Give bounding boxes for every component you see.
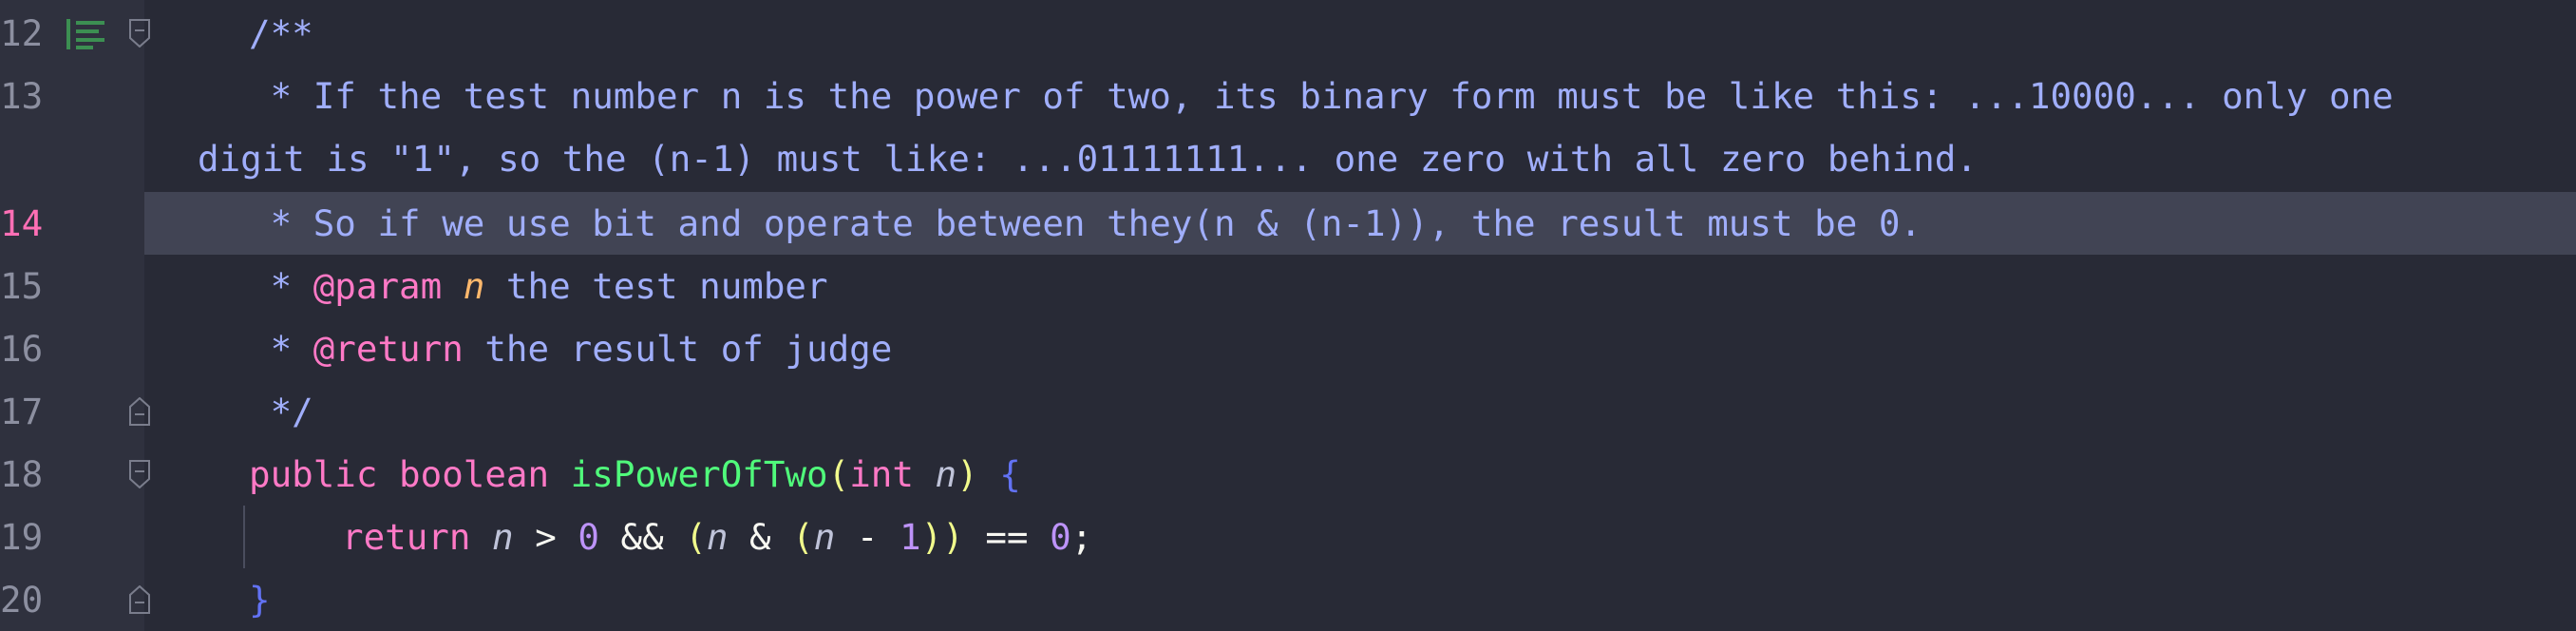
code-text: public boolean isPowerOfTwo(int n) { (249, 443, 1021, 506)
keyword: boolean (399, 453, 550, 495)
code-text: */ (249, 391, 313, 432)
line-number: 18 (0, 453, 44, 495)
javadoc-tag: @return (313, 328, 464, 370)
bookmark-icon[interactable] (66, 19, 106, 49)
code-text: * @param n the test number (249, 255, 828, 317)
code-line-18[interactable]: 18 public boolean isPowerOfTwo(int n) { (0, 443, 2576, 506)
number: 1 (900, 516, 921, 558)
code-text: * If the test number n is the power of t… (249, 75, 2394, 117)
line-number: 17 (0, 391, 44, 432)
variable: n (813, 516, 836, 558)
brace: } (249, 579, 271, 621)
paren: ( (685, 516, 707, 558)
indent-guide (243, 506, 245, 568)
code-line-15[interactable]: 15 * @param n the test number (0, 255, 2576, 317)
method-name: isPowerOfTwo (570, 453, 828, 495)
keyword: public (249, 453, 378, 495)
operator: && (620, 516, 664, 558)
operator: == (985, 516, 1029, 558)
operator: - (856, 516, 879, 558)
line-number: 13 (0, 75, 44, 117)
code-line-20[interactable]: 20 } (0, 568, 2576, 631)
code-line-16[interactable]: 16 * @return the result of judge (0, 317, 2576, 380)
paren: ) (957, 453, 978, 495)
code-text: } (249, 568, 271, 631)
number: 0 (1050, 516, 1071, 558)
code-text: * So if we use bit and operate between t… (249, 202, 1922, 244)
code-text: /** (249, 12, 313, 54)
fold-end-icon[interactable] (129, 585, 150, 614)
operator: > (535, 516, 557, 558)
code-line-13[interactable]: 13 * If the test number n is the power o… (0, 65, 2576, 190)
line-number: 16 (0, 328, 44, 370)
variable: n (492, 516, 514, 558)
semicolon: ; (1070, 516, 1093, 558)
code-text-wrapped: digit is "1", so the (n-1) must like: ..… (198, 138, 1978, 180)
line-number: 19 (0, 516, 44, 558)
code-line-17[interactable]: 17 */ (0, 380, 2576, 443)
code-line-12[interactable]: 12 /** (0, 2, 2576, 65)
line-number: 20 (0, 579, 44, 621)
number: 0 (578, 516, 599, 558)
javadoc-tag: @param (313, 265, 443, 307)
gutter-current-line: 14 (0, 192, 144, 255)
javadoc-param: n (463, 265, 485, 307)
operator: & (748, 516, 771, 558)
code-line-14-current[interactable]: 14 * So if we use bit and operate betwee… (0, 192, 2576, 255)
line-number: 12 (0, 12, 44, 54)
fold-end-icon[interactable] (129, 397, 150, 426)
keyword: return (342, 516, 471, 558)
fold-expand-icon[interactable] (129, 460, 150, 488)
comment-text: the test number (484, 265, 828, 307)
code-text: return n > 0 && (n & (n - 1)) == 0; (342, 506, 1092, 568)
code-text: * @return the result of judge (249, 317, 893, 380)
variable: n (706, 516, 729, 558)
keyword: int (849, 453, 914, 495)
paren: ( (792, 516, 814, 558)
comment-prefix: * (249, 265, 313, 307)
fold-expand-icon[interactable] (129, 19, 150, 48)
paren: )) (920, 516, 964, 558)
paren: ( (827, 453, 850, 495)
parameter: n (935, 453, 957, 495)
code-editor[interactable]: 12 /** 13 * If the test number n is the … (0, 0, 2576, 631)
comment-prefix: * (249, 328, 313, 370)
brace: { (999, 453, 1021, 495)
line-number: 15 (0, 265, 44, 307)
comment-text: the result of judge (463, 328, 893, 370)
line-number-current: 14 (0, 202, 44, 244)
code-line-19[interactable]: 19 return n > 0 && (n & (n - 1)) == 0; (0, 506, 2576, 568)
